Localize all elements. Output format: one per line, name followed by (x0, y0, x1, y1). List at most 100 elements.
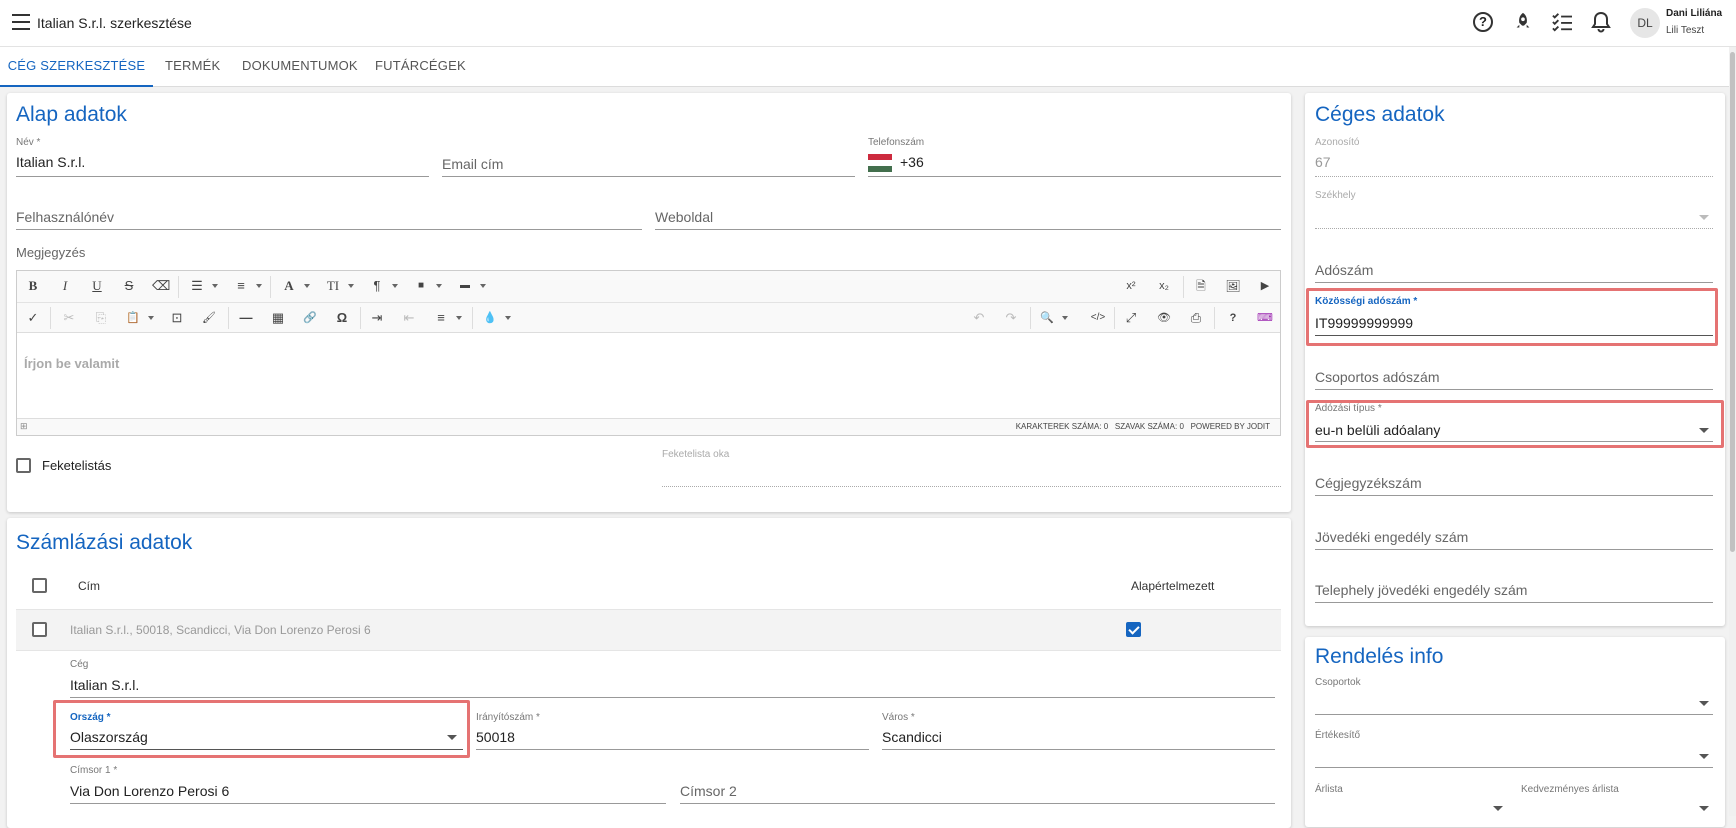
phone-input[interactable]: +36 (900, 154, 924, 170)
font-size-icon[interactable]: TI (324, 278, 342, 294)
italic-icon[interactable]: I (56, 278, 74, 294)
chevron-down-icon[interactable] (148, 316, 154, 320)
redo-icon[interactable]: ↷ (1002, 310, 1020, 326)
classname-icon[interactable]: ■ (412, 278, 430, 294)
zip-input[interactable]: 50018 (476, 729, 515, 745)
group-tax-input[interactable]: Csoportos adószám (1315, 369, 1440, 385)
chevron-down-icon[interactable] (392, 284, 398, 288)
video-icon[interactable]: ▶ (1256, 278, 1274, 294)
chevron-down-icon[interactable] (1062, 316, 1068, 320)
paste-icon[interactable]: 📋 (124, 310, 142, 326)
editor-placeholder[interactable]: Írjon be valamit (24, 356, 119, 371)
brush-color-icon[interactable]: 💧 (481, 310, 499, 326)
tax-number-input[interactable]: Adószám (1315, 262, 1373, 278)
chevron-down-icon[interactable] (348, 284, 354, 288)
outdent-icon[interactable]: ⇤ (400, 310, 418, 326)
chevron-down-icon[interactable] (1699, 215, 1709, 220)
source-code-icon[interactable]: </> (1086, 310, 1110, 326)
file-icon[interactable]: 🗎 (1192, 278, 1210, 294)
format-painter-icon[interactable]: 🖌 (200, 310, 218, 326)
link-icon[interactable]: 🔗 (301, 310, 319, 326)
name-input[interactable]: Italian S.r.l. (16, 154, 85, 170)
line-height-icon[interactable]: ▬ (456, 278, 474, 294)
paragraph-icon[interactable]: ¶ (368, 278, 386, 294)
country-select[interactable]: Olaszország (70, 729, 148, 745)
chevron-down-icon[interactable] (256, 284, 262, 288)
excise-license-input[interactable]: Jövedéki engedély szám (1315, 529, 1468, 545)
hq-select[interactable] (1315, 228, 1713, 229)
chevron-down-icon[interactable] (1493, 806, 1503, 811)
chevron-down-icon[interactable] (1699, 806, 1709, 811)
avatar[interactable]: DL (1630, 8, 1660, 38)
bullet-list-icon[interactable]: ☰ (188, 278, 206, 294)
default-checkbox[interactable] (1126, 622, 1141, 637)
blacklist-reason-input[interactable] (662, 486, 1281, 487)
numbered-list-icon[interactable]: ≡ (232, 278, 250, 294)
strikethrough-icon[interactable]: S (120, 278, 138, 294)
scrollbar-thumb[interactable] (1730, 52, 1735, 552)
print-icon[interactable]: ⎙ (1187, 310, 1205, 326)
keyboard-icon[interactable]: ⌨ (1256, 310, 1274, 326)
resize-handle-icon[interactable]: ⊞ (20, 421, 28, 432)
website-input[interactable]: Weboldal (655, 209, 713, 225)
rocket-icon[interactable] (1512, 11, 1534, 33)
help-icon[interactable]: ? (1473, 12, 1493, 32)
tab-documents[interactable]: DOKUMENTUMOK (242, 47, 358, 87)
company-reg-input[interactable]: Cégjegyzékszám (1315, 475, 1422, 491)
company-input[interactable]: Italian S.r.l. (70, 677, 139, 693)
chevron-down-icon[interactable] (447, 735, 457, 740)
row-checkbox[interactable] (32, 622, 47, 637)
eraser-icon[interactable]: ⌫ (152, 278, 170, 294)
copy-icon[interactable]: ⎘ (92, 310, 110, 326)
select-all-icon[interactable]: ⊡ (168, 310, 186, 326)
groups-select[interactable] (1315, 714, 1713, 715)
tab-couriers[interactable]: FUTÁRCÉGEK (375, 47, 466, 87)
superscript-icon[interactable]: x² (1122, 278, 1140, 294)
bold-icon[interactable]: B (24, 278, 42, 294)
about-icon[interactable]: ? (1224, 310, 1242, 326)
scrollbar-track[interactable] (1729, 47, 1736, 816)
bell-icon[interactable] (1591, 11, 1611, 33)
chevron-down-icon[interactable] (480, 284, 486, 288)
chevron-down-icon[interactable] (505, 316, 511, 320)
chevron-down-icon[interactable] (436, 284, 442, 288)
tab-company-edit[interactable]: CÉG SZERKESZTÉSE (0, 47, 153, 87)
align-icon[interactable]: ≡ (432, 310, 450, 326)
chevron-down-icon[interactable] (304, 284, 310, 288)
hungary-flag-icon[interactable] (868, 154, 892, 172)
select-all-checkbox[interactable] (32, 578, 47, 593)
menu-icon[interactable] (12, 14, 30, 30)
cut-icon[interactable]: ✂ (60, 310, 78, 326)
spellcheck-icon[interactable]: ✓ (24, 310, 42, 326)
horizontal-line-icon[interactable]: — (237, 310, 255, 326)
symbol-icon[interactable]: Ω (333, 310, 351, 326)
chevron-down-icon[interactable] (1699, 701, 1709, 706)
chevron-down-icon[interactable] (1699, 754, 1709, 759)
undo-icon[interactable]: ↶ (970, 310, 988, 326)
font-icon[interactable]: A (280, 278, 298, 294)
address1-input[interactable]: Via Don Lorenzo Perosi 6 (70, 783, 229, 799)
tax-type-select[interactable]: eu-n belüli adóalany (1315, 422, 1440, 438)
preview-icon[interactable]: 👁 (1155, 310, 1173, 326)
fullscreen-icon[interactable]: ⤢ (1122, 310, 1140, 326)
tab-product[interactable]: TERMÉK (165, 47, 220, 87)
blacklist-checkbox[interactable] (16, 458, 31, 473)
checklist-icon[interactable] (1551, 12, 1573, 32)
find-icon[interactable]: 🔍 (1038, 310, 1056, 326)
site-excise-license-input[interactable]: Telephely jövedéki engedély szám (1315, 582, 1527, 598)
eu-tax-input[interactable]: IT99999999999 (1315, 315, 1413, 331)
underline-icon[interactable]: U (88, 278, 106, 294)
seller-select[interactable] (1315, 767, 1713, 768)
image-icon[interactable]: 🖼 (1224, 278, 1242, 294)
chevron-down-icon[interactable] (456, 316, 462, 320)
col-header-default: Alapértelmezett (1131, 579, 1215, 593)
username-input[interactable]: Felhasználónév (16, 209, 114, 225)
chevron-down-icon[interactable] (212, 284, 218, 288)
subscript-icon[interactable]: x₂ (1155, 278, 1173, 294)
city-input[interactable]: Scandicci (882, 729, 942, 745)
address2-input[interactable]: Címsor 2 (680, 783, 737, 799)
table-icon[interactable]: ▦ (269, 310, 287, 326)
chevron-down-icon[interactable] (1699, 428, 1709, 433)
indent-icon[interactable]: ⇥ (368, 310, 386, 326)
email-input[interactable]: Email cím (442, 156, 503, 172)
